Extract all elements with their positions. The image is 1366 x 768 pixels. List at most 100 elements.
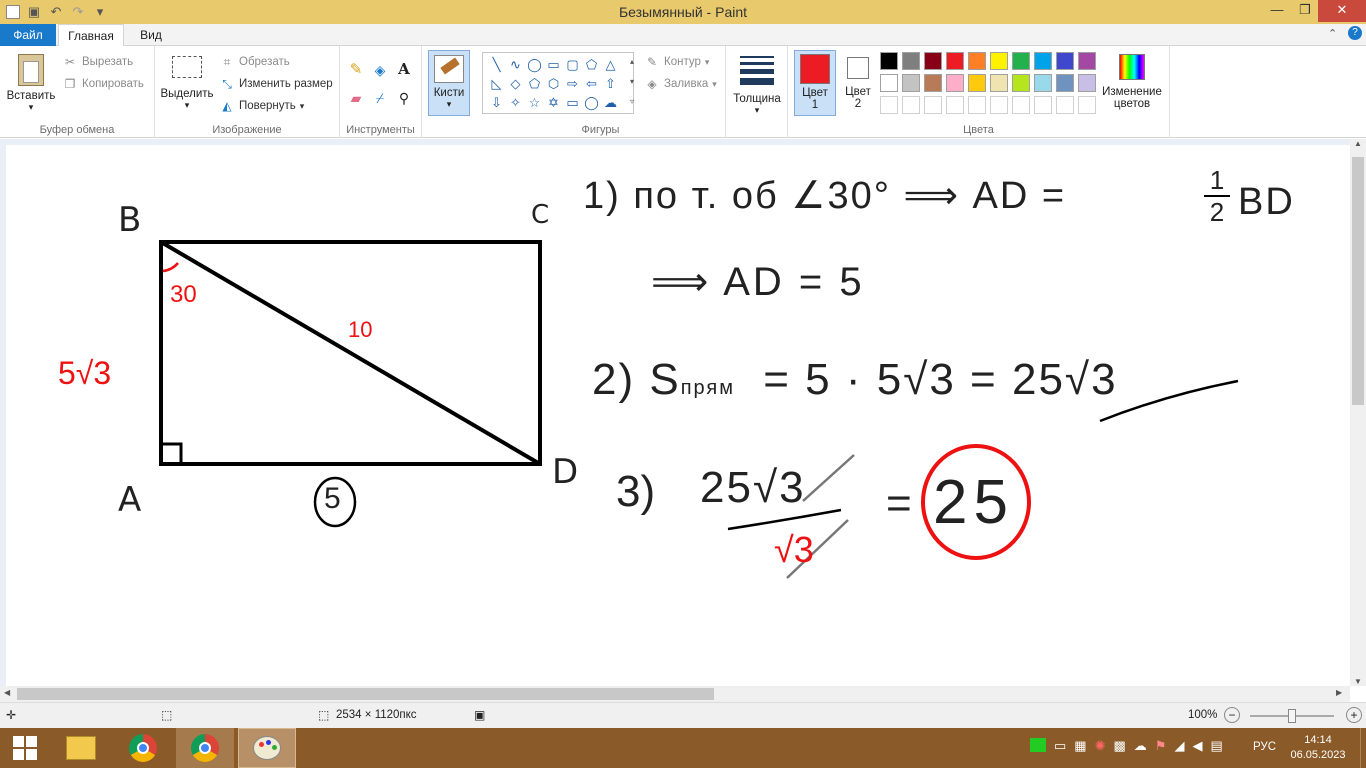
scroll-right-icon[interactable]: ▶ — [1336, 688, 1342, 697]
shapes-gallery[interactable]: ╲ ∿ ◯ ▭ ▢ ⬠ △ ◺ ◇ ⬠ ⬡ ⇨ ⇦ ⇧ ⇩ ✧ ☆ ✡ ▭ ◯ ☁ — [482, 52, 634, 114]
action-center-icon[interactable]: ⚑ — [1155, 738, 1167, 754]
crop-button[interactable]: ⌗ Обрезать — [219, 54, 290, 70]
text-tool-icon[interactable]: A — [396, 61, 412, 77]
chrome-button[interactable] — [114, 728, 172, 768]
palette-empty-swatch[interactable] — [990, 96, 1008, 114]
polygon-shape-icon[interactable]: ⬠ — [582, 55, 601, 74]
palette-color-swatch[interactable] — [968, 52, 986, 70]
scroll-left-icon[interactable]: ◀ — [4, 688, 10, 697]
palette-color-swatch[interactable] — [968, 74, 986, 92]
zoom-slider[interactable] — [1250, 709, 1334, 723]
start-button[interactable] — [0, 728, 50, 768]
cut-button[interactable]: ✂ Вырезать — [62, 54, 133, 70]
palette-color-swatch[interactable] — [1078, 52, 1096, 70]
scroll-up-icon[interactable]: ▲ — [1350, 139, 1366, 148]
magnifier-icon[interactable]: ⚲ — [396, 90, 412, 106]
palette-color-swatch[interactable] — [902, 52, 920, 70]
show-desktop-button[interactable] — [1360, 728, 1366, 768]
minimize-button[interactable]: — — [1262, 0, 1292, 22]
palette-color-swatch[interactable] — [1012, 74, 1030, 92]
drawing-canvas[interactable]: B C A D 5 10 5√3 30 1) по т. об ∠30° ⟹ A… — [6, 145, 1350, 686]
paint-taskbar-button[interactable] — [238, 728, 296, 768]
display-icon[interactable]: ▭ — [1054, 738, 1066, 754]
callout-rect-shape-icon[interactable]: ▭ — [563, 93, 582, 112]
callout-oval-shape-icon[interactable]: ◯ — [582, 93, 601, 112]
chrome-profile-button[interactable] — [176, 728, 234, 768]
palette-color-swatch[interactable] — [990, 52, 1008, 70]
fill-button[interactable]: ◈ Заливка ▾ — [644, 76, 716, 92]
pencil-icon[interactable]: ✎ — [348, 62, 364, 78]
rounded-rect-shape-icon[interactable]: ▢ — [563, 55, 582, 74]
palette-color-swatch[interactable] — [946, 74, 964, 92]
palette-empty-swatch[interactable] — [1034, 96, 1052, 114]
signal-icon[interactable]: ◢ — [1174, 738, 1184, 754]
palette-color-swatch[interactable] — [1012, 52, 1030, 70]
file-explorer-button[interactable] — [52, 728, 110, 768]
oval-shape-icon[interactable]: ◯ — [525, 55, 544, 74]
four-star-shape-icon[interactable]: ✧ — [506, 93, 525, 112]
callout-cloud-shape-icon[interactable]: ☁ — [601, 93, 620, 112]
eraser-icon[interactable]: ▰ — [348, 90, 364, 106]
hexagon-shape-icon[interactable]: ⬡ — [544, 74, 563, 93]
palette-color-swatch[interactable] — [1034, 74, 1052, 92]
rectangle-shape-icon[interactable]: ▭ — [544, 55, 563, 74]
right-arrow-shape-icon[interactable]: ⇨ — [563, 74, 582, 93]
vertical-scrollbar[interactable]: ▲ ▼ — [1350, 139, 1366, 686]
tab-view[interactable]: Вид — [130, 24, 172, 47]
six-star-shape-icon[interactable]: ✡ — [544, 93, 563, 112]
palette-color-swatch[interactable] — [880, 52, 898, 70]
scroll-down-icon[interactable]: ▼ — [1350, 677, 1366, 686]
palette-color-swatch[interactable] — [1078, 74, 1096, 92]
palette-color-swatch[interactable] — [880, 74, 898, 92]
horizontal-scroll-thumb[interactable] — [17, 688, 714, 700]
palette-empty-swatch[interactable] — [902, 96, 920, 114]
up-arrow-shape-icon[interactable]: ⇧ — [601, 74, 620, 93]
resize-button[interactable]: ⤡ Изменить размер — [219, 76, 333, 92]
network-adapter-icon[interactable]: ▦ — [1074, 738, 1086, 754]
palette-color-swatch[interactable] — [924, 74, 942, 92]
zoom-slider-thumb[interactable] — [1288, 709, 1296, 723]
edit-colors-button[interactable]: Изменение цветов — [1098, 52, 1166, 116]
palette-empty-swatch[interactable] — [946, 96, 964, 114]
language-indicator[interactable]: РУС — [1253, 741, 1276, 753]
volume-icon[interactable]: ◀ — [1192, 738, 1202, 754]
palette-empty-swatch[interactable] — [1078, 96, 1096, 114]
color-picker-icon[interactable]: ⌿ — [372, 90, 388, 106]
curve-shape-icon[interactable]: ∿ — [506, 55, 525, 74]
zoom-out-button[interactable]: − — [1224, 707, 1240, 723]
palette-color-swatch[interactable] — [1056, 52, 1074, 70]
outline-button[interactable]: ✎ Контур ▾ — [644, 54, 709, 70]
color2-button[interactable]: Цвет 2 — [840, 50, 876, 116]
palette-empty-swatch[interactable] — [880, 96, 898, 114]
size-button[interactable]: Толщина ▾ — [730, 52, 784, 116]
select-button[interactable]: Выделить ▾ — [159, 52, 215, 116]
palette-color-swatch[interactable] — [1034, 52, 1052, 70]
palette-color-swatch[interactable] — [946, 52, 964, 70]
palette-empty-swatch[interactable] — [1056, 96, 1074, 114]
left-arrow-shape-icon[interactable]: ⇦ — [582, 74, 601, 93]
diamond-shape-icon[interactable]: ◇ — [506, 74, 525, 93]
palette-color-swatch[interactable] — [902, 74, 920, 92]
antivirus-icon[interactable]: ✺ — [1095, 738, 1106, 754]
down-arrow-shape-icon[interactable]: ⇩ — [487, 93, 506, 112]
app-tray-icon[interactable]: ▩ — [1114, 738, 1126, 754]
palette-color-swatch[interactable] — [990, 74, 1008, 92]
palette-color-swatch[interactable] — [924, 52, 942, 70]
palette-empty-swatch[interactable] — [1012, 96, 1030, 114]
cloud-icon[interactable]: ☁ — [1134, 738, 1147, 754]
palette-empty-swatch[interactable] — [968, 96, 986, 114]
tab-home[interactable]: Главная — [58, 24, 124, 47]
five-star-shape-icon[interactable]: ☆ — [525, 93, 544, 112]
palette-color-swatch[interactable] — [1056, 74, 1074, 92]
palette-empty-swatch[interactable] — [924, 96, 942, 114]
pentagon-shape-icon[interactable]: ⬠ — [525, 74, 544, 93]
paste-button[interactable]: Вставить ▾ — [6, 52, 56, 116]
fill-bucket-icon[interactable]: ◈ — [372, 62, 388, 78]
color1-button[interactable]: Цвет 1 — [794, 50, 836, 116]
ribbon-minimize-icon[interactable]: ⌃ — [1328, 27, 1337, 40]
right-triangle-shape-icon[interactable]: ◺ — [487, 74, 506, 93]
maximize-button[interactable]: ❐ — [1290, 0, 1320, 22]
vertical-scroll-thumb[interactable] — [1352, 157, 1364, 405]
rotate-button[interactable]: ◭ Повернуть ▾ — [219, 98, 304, 114]
copy-button[interactable]: ❐ Копировать — [62, 76, 144, 92]
